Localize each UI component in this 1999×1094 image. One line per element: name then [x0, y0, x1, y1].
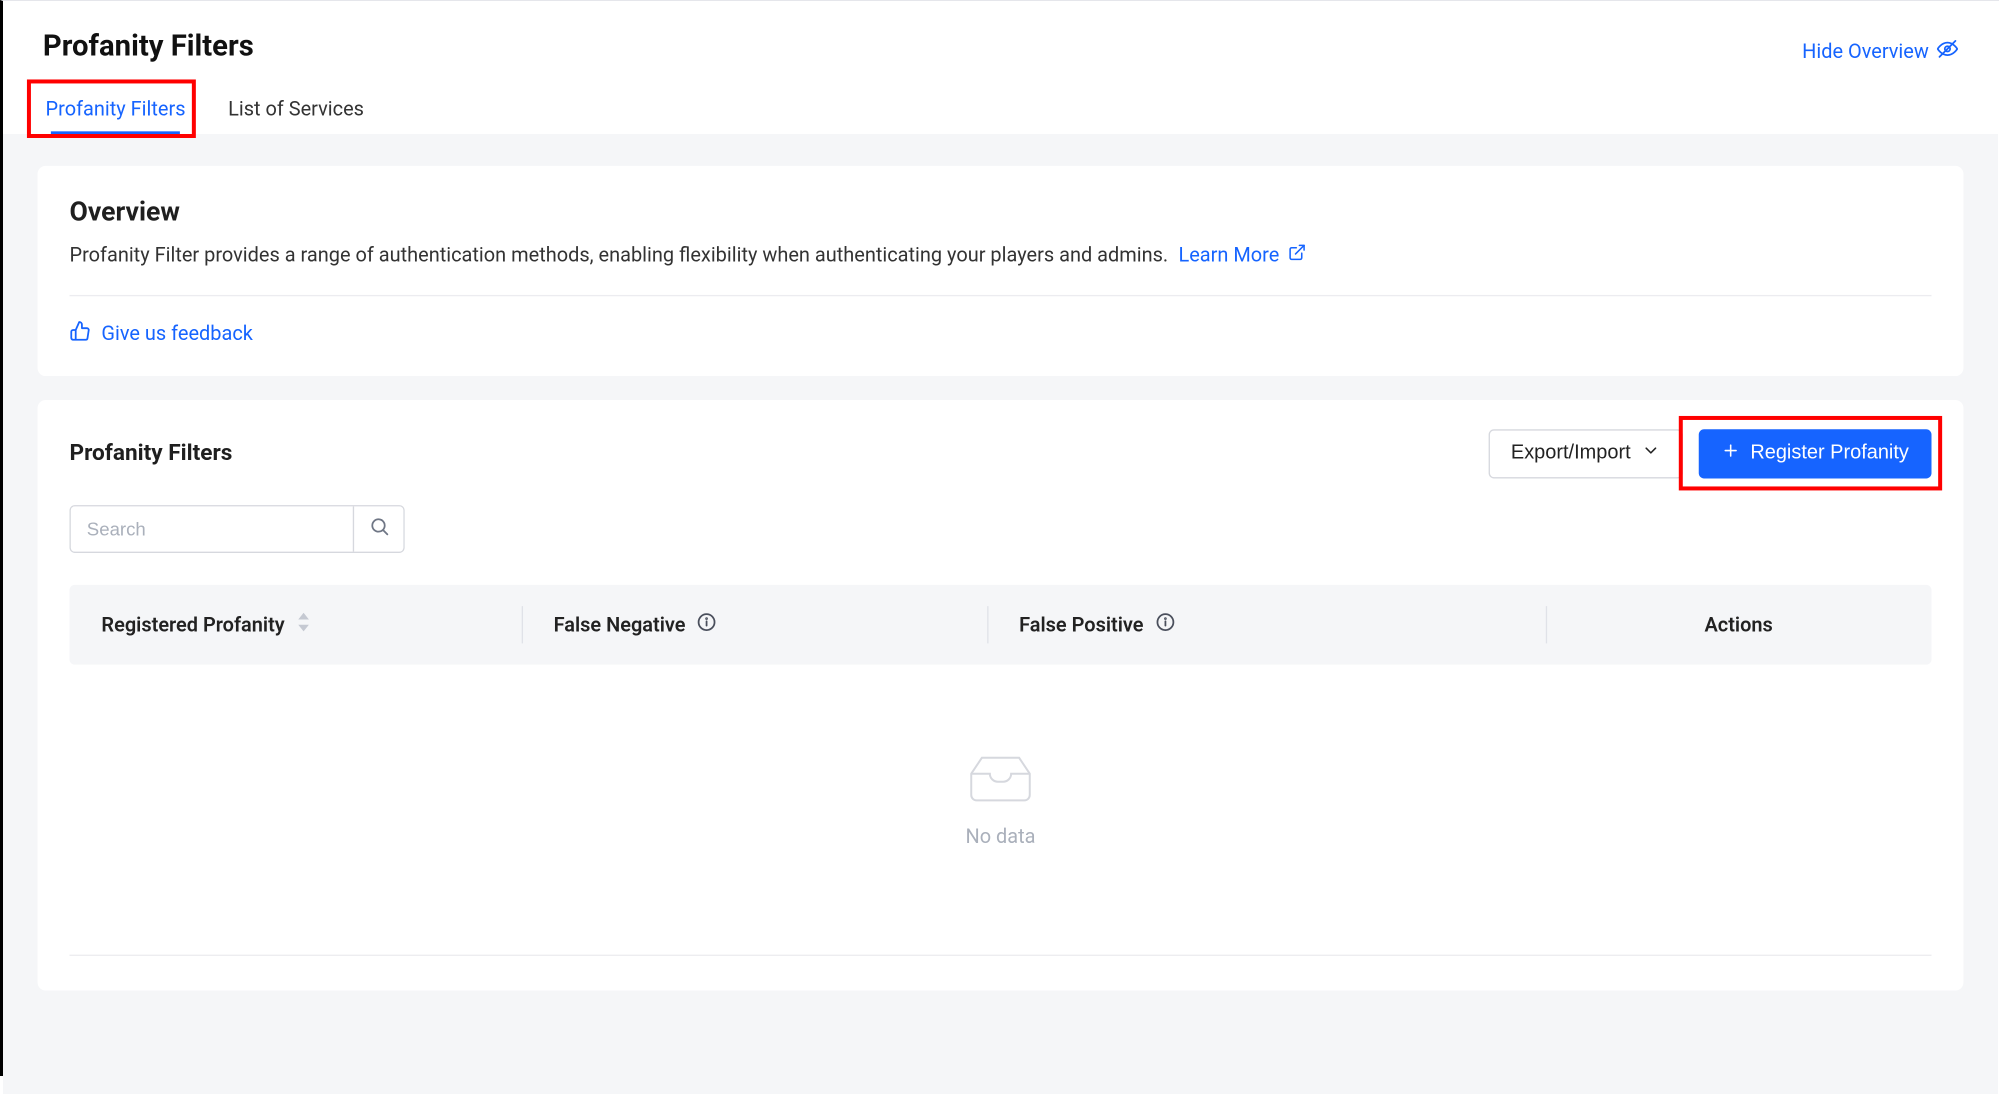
- content-area: Overview Profanity Filter provides a ran…: [3, 134, 1998, 1094]
- tab-list-of-services[interactable]: List of Services: [225, 89, 366, 134]
- hide-overview-label: Hide Overview: [1802, 40, 1929, 64]
- no-data-state: No data: [70, 664, 1932, 930]
- filters-card: Profanity Filters Export/Import Register…: [38, 399, 1964, 990]
- sort-icon: [295, 612, 311, 636]
- overview-card: Overview Profanity Filter provides a ran…: [38, 166, 1964, 375]
- col-false-negative: False Negative: [522, 584, 988, 664]
- hide-overview-link[interactable]: Hide Overview: [1802, 38, 1958, 65]
- page-title: Profanity Filters: [43, 30, 254, 63]
- profanity-table: Registered Profanity False Negative Fals…: [70, 584, 1932, 955]
- chevron-down-icon: [1641, 441, 1660, 466]
- export-import-button[interactable]: Export/Import: [1488, 429, 1682, 478]
- table-header: Registered Profanity False Negative Fals…: [70, 584, 1932, 664]
- col-registered-profanity[interactable]: Registered Profanity: [70, 584, 522, 664]
- feedback-link[interactable]: Give us feedback: [70, 320, 253, 347]
- search-icon: [368, 516, 389, 541]
- col-actions: Actions: [1546, 584, 1932, 664]
- plus-icon: [1721, 441, 1740, 466]
- thumbs-up-icon: [70, 320, 91, 347]
- info-icon[interactable]: [1154, 611, 1175, 638]
- inbox-icon: [963, 746, 1037, 805]
- search-button[interactable]: [353, 506, 404, 551]
- overview-title: Overview: [70, 195, 1932, 227]
- eye-off-icon: [1937, 38, 1958, 65]
- no-data-text: No data: [70, 824, 1932, 848]
- tab-profanity-filters[interactable]: Profanity Filters: [43, 89, 188, 134]
- external-link-icon: [1287, 240, 1306, 270]
- info-icon[interactable]: [696, 611, 717, 638]
- search-input[interactable]: [71, 506, 353, 551]
- register-profanity-button[interactable]: Register Profanity: [1698, 429, 1931, 478]
- filters-section-title: Profanity Filters: [70, 440, 233, 467]
- tabs: Profanity Filters List of Services: [3, 89, 1998, 134]
- overview-description: Profanity Filter provides a range of aut…: [70, 240, 1932, 270]
- search-wrap: [70, 504, 405, 552]
- col-false-positive: False Positive: [987, 584, 1546, 664]
- learn-more-link[interactable]: Learn More: [1178, 240, 1305, 270]
